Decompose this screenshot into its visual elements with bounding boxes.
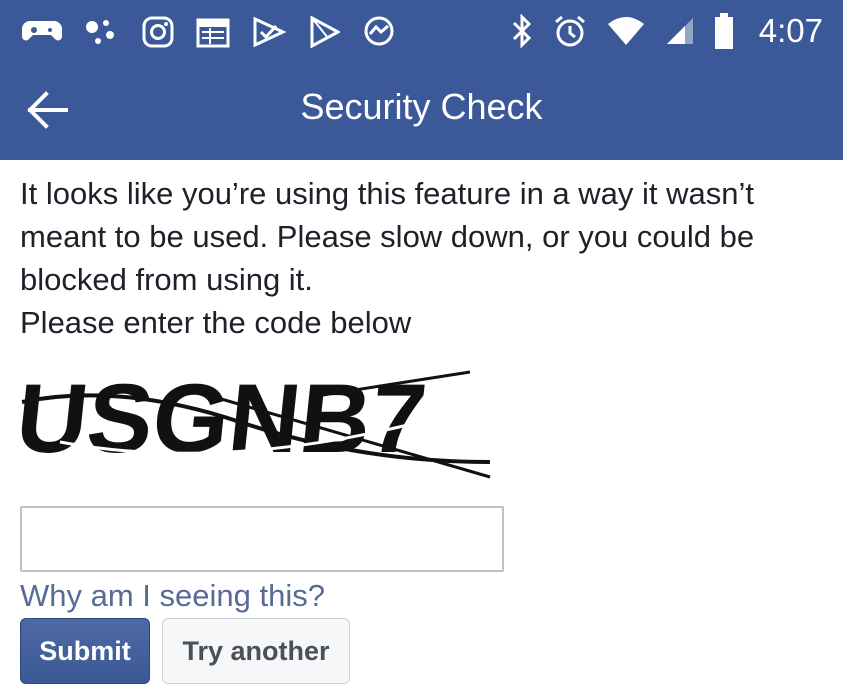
play-store-icon [308, 16, 340, 48]
wifi-icon [607, 16, 645, 46]
messenger-icon [362, 15, 396, 49]
game-controller-icon [22, 17, 62, 47]
dots-icon [84, 17, 120, 47]
app-bar: Security Check [0, 62, 843, 160]
warning-message: It looks like you’re using this feature … [20, 176, 755, 297]
security-message: It looks like you’re using this feature … [20, 172, 820, 344]
why-am-i-seeing-this-link[interactable]: Why am I seeing this? [20, 578, 325, 614]
clock: 4:07 [758, 12, 823, 49]
bluetooth-icon [511, 14, 533, 48]
check-send-icon [252, 16, 286, 48]
calendar-icon [196, 16, 230, 48]
system-icons: 4:07 [511, 10, 823, 52]
instagram-icon [142, 16, 174, 48]
notification-icons [22, 12, 396, 52]
code-prompt: Please enter the code below [20, 305, 412, 340]
battery-icon [714, 13, 733, 49]
signal-icon [665, 16, 695, 46]
alarm-icon [553, 14, 587, 48]
submit-button[interactable]: Submit [20, 618, 150, 684]
page-title: Security Check [300, 86, 543, 127]
status-bar: 4:07 [0, 0, 843, 62]
code-input[interactable] [20, 506, 504, 572]
try-another-button[interactable]: Try another [162, 618, 350, 684]
captcha-image: USGNB7 [11, 352, 500, 492]
